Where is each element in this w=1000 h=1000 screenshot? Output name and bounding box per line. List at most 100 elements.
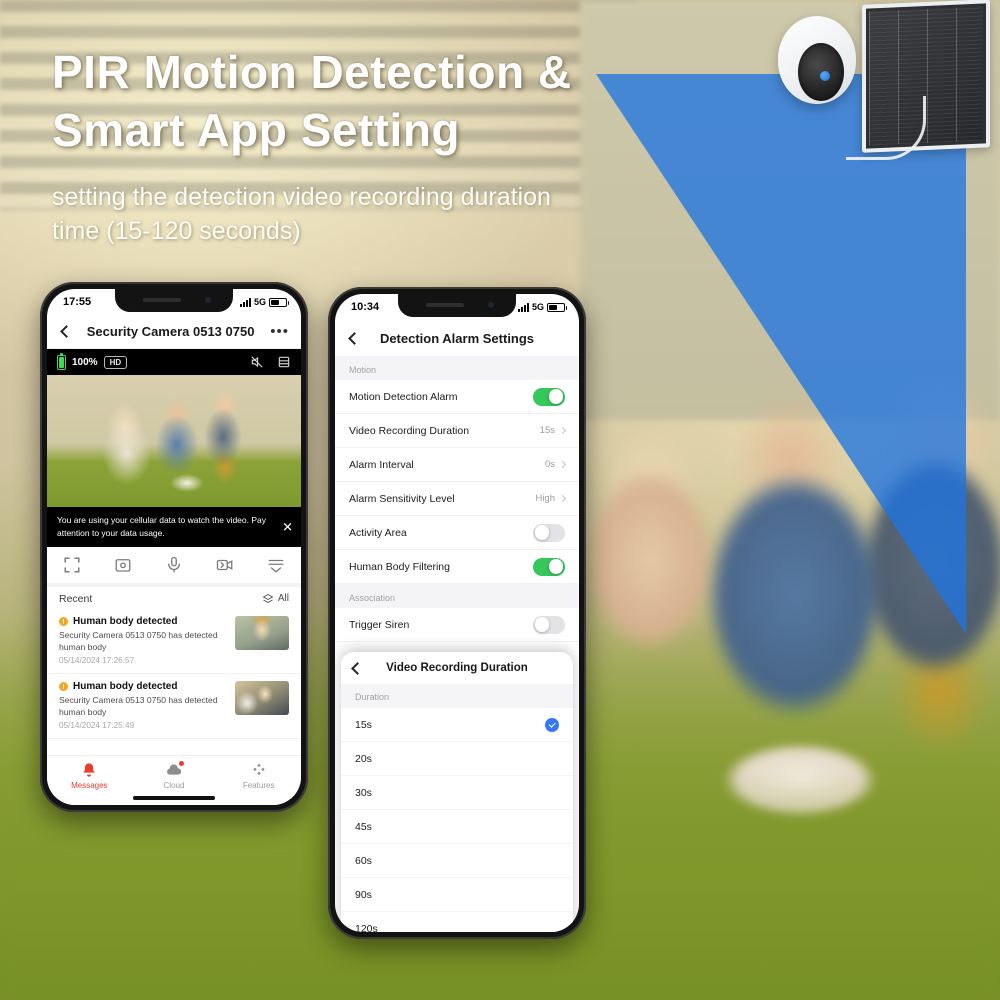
status-indicators: 5G xyxy=(239,297,289,307)
list-icon[interactable] xyxy=(277,355,291,369)
tab-features[interactable]: Features xyxy=(216,762,301,790)
close-icon[interactable]: ✕ xyxy=(282,517,293,537)
duration-option-30s[interactable]: 30s xyxy=(341,776,573,810)
nav-title: Detection Alarm Settings xyxy=(379,330,535,346)
battery-icon xyxy=(269,297,289,307)
signal-bars-icon xyxy=(517,302,529,312)
duration-option-45s[interactable]: 45s xyxy=(341,810,573,844)
microphone-icon[interactable] xyxy=(165,556,183,574)
event-title: Human body detected xyxy=(73,680,178,692)
status-indicators: 5G xyxy=(517,302,567,312)
status-time: 10:34 xyxy=(351,301,380,313)
event-subtitle: Security Camera 0513 0750 has detected h… xyxy=(59,694,218,718)
alert-icon xyxy=(59,616,68,626)
alert-icon xyxy=(59,681,68,691)
setting-video-recording-duration[interactable]: Video Recording Duration 15s xyxy=(335,414,579,448)
more-dots-icon[interactable]: ••• xyxy=(270,324,289,339)
features-icon xyxy=(251,762,267,778)
status-time: 17:55 xyxy=(63,296,92,308)
chevron-left-icon[interactable] xyxy=(60,325,73,338)
duration-option-90s[interactable]: 90s xyxy=(341,878,573,912)
option-label: 20s xyxy=(355,752,372,765)
setting-activity-area[interactable]: Activity Area xyxy=(335,516,579,550)
duration-option-20s[interactable]: 20s xyxy=(341,742,573,776)
nav-bar: Detection Alarm Settings xyxy=(335,320,579,356)
option-label: 90s xyxy=(355,888,372,901)
tab-label: Features xyxy=(242,781,275,790)
chevron-left-icon[interactable] xyxy=(351,661,364,675)
phone-settings: 10:34 5G Detection Alarm Settings Motion… xyxy=(328,287,586,939)
tab-label: Cloud xyxy=(163,781,185,790)
phone-notch xyxy=(398,294,516,317)
snapshot-icon[interactable] xyxy=(114,556,132,574)
headline-line-1: PIR Motion Detection & xyxy=(52,46,572,98)
setting-alarm-interval[interactable]: Alarm Interval 0s xyxy=(335,448,579,482)
setting-trigger-siren[interactable]: Trigger Siren xyxy=(335,608,579,642)
tab-cloud[interactable]: Cloud xyxy=(132,761,217,790)
duration-option-60s[interactable]: 60s xyxy=(341,844,573,878)
setting-alarm-sensitivity-level[interactable]: Alarm Sensitivity Level High xyxy=(335,482,579,516)
chevron-right-icon xyxy=(558,426,567,435)
cloud-badge-dot xyxy=(179,761,184,766)
subtitle-line-2: time (15-120 seconds) xyxy=(52,217,301,246)
toggle-switch[interactable] xyxy=(533,523,565,542)
player-status-bar: 100% HD xyxy=(47,349,301,375)
page-title: PIR Motion Detection & Smart App Setting xyxy=(52,44,672,160)
event-thumbnail[interactable] xyxy=(235,615,289,650)
phone-left-screen: 17:55 5G Security Camera 0513 0750 ••• 1… xyxy=(47,289,301,805)
recent-header: Recent All xyxy=(47,586,301,609)
bell-icon xyxy=(81,762,97,778)
event-subtitle: Security Camera 0513 0750 has detected h… xyxy=(59,629,218,652)
duration-option-120s[interactable]: 120s xyxy=(341,912,573,932)
quality-badge[interactable]: HD xyxy=(103,355,128,369)
setting-human-body-filtering[interactable]: Human Body Filtering xyxy=(335,550,579,584)
front-camera-icon xyxy=(488,302,494,308)
event-title-row: Human body detected xyxy=(59,616,228,627)
bottom-tab-bar: Messages Cloud Features xyxy=(47,755,301,805)
option-label: 120s xyxy=(355,923,378,932)
duration-option-15s[interactable]: 15s xyxy=(341,708,573,742)
sheet-section-header: Duration xyxy=(341,684,573,708)
playback-list-icon[interactable] xyxy=(267,556,285,574)
chevron-right-icon xyxy=(558,460,567,469)
speaker-muted-icon[interactable] xyxy=(250,355,264,369)
phone-live-view: 17:55 5G Security Camera 0513 0750 ••• 1… xyxy=(40,282,308,812)
toggle-switch[interactable] xyxy=(533,387,565,406)
toggle-switch[interactable] xyxy=(533,557,565,576)
setting-label: Alarm Interval xyxy=(349,458,414,471)
nav-title: Security Camera 0513 0750 xyxy=(86,324,255,339)
recent-filter-label: All xyxy=(277,593,289,604)
setting-label: Activity Area xyxy=(349,526,407,539)
recent-filter[interactable]: All xyxy=(262,593,289,605)
record-video-icon[interactable] xyxy=(216,556,234,574)
headline-line-2: Smart App Setting xyxy=(52,103,461,156)
tab-messages[interactable]: Messages xyxy=(47,762,132,790)
device-battery-icon xyxy=(57,352,66,370)
fullscreen-icon[interactable] xyxy=(63,556,81,574)
video-recording-duration-sheet: Video Recording Duration Duration 15s 20… xyxy=(341,652,573,932)
live-video-preview[interactable] xyxy=(47,375,301,507)
setting-motion-detection-alarm[interactable]: Motion Detection Alarm xyxy=(335,380,579,414)
page-subtitle: setting the detection video recording du… xyxy=(52,180,672,249)
network-label: 5G xyxy=(253,297,266,307)
device-battery-label: 100% xyxy=(72,356,98,368)
event-timestamp: 05/14/2024 17:26:57 xyxy=(59,655,135,665)
setting-label: Video Recording Duration xyxy=(349,424,470,437)
option-label: 45s xyxy=(355,820,372,833)
check-circle-icon xyxy=(545,717,559,732)
setting-value: High xyxy=(535,493,555,504)
chevron-left-icon[interactable] xyxy=(348,331,361,345)
tab-label: Messages xyxy=(71,781,108,790)
event-thumbnail[interactable] xyxy=(235,680,289,715)
player-right-group xyxy=(250,355,291,369)
hero-text-block: PIR Motion Detection & Smart App Setting… xyxy=(52,44,672,249)
list-item[interactable]: Human body detected Security Camera 0513… xyxy=(47,609,301,674)
event-title: Human body detected xyxy=(73,615,178,627)
network-label: 5G xyxy=(531,302,544,312)
cellular-data-toast: You are using your cellular data to watc… xyxy=(47,507,301,547)
list-item[interactable]: Human body detected Security Camera 0513… xyxy=(47,674,301,740)
setting-label: Alarm Sensitivity Level xyxy=(349,492,455,505)
toggle-switch[interactable] xyxy=(533,615,565,634)
setting-value: 0s xyxy=(544,459,555,470)
setting-value-group: 15s xyxy=(540,425,567,436)
